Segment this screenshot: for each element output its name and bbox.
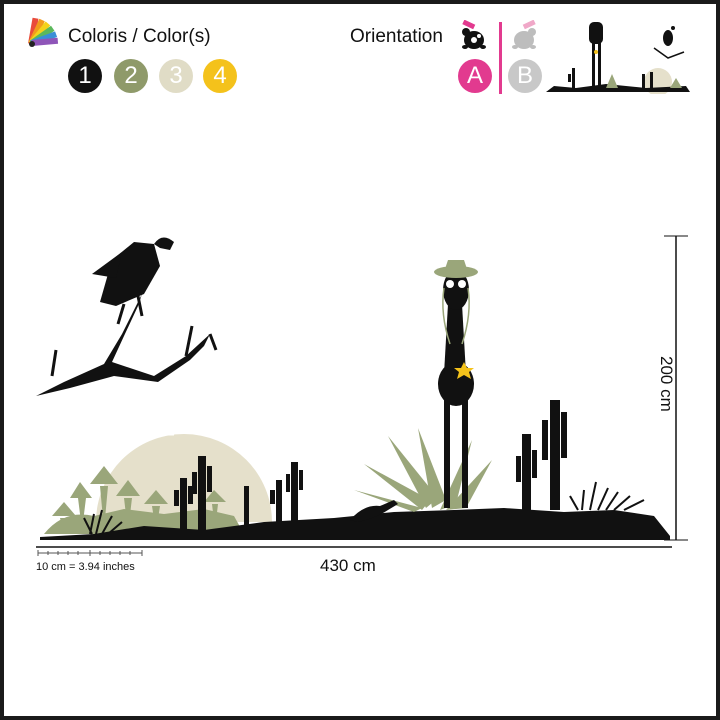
scale-ruler — [37, 550, 143, 556]
cactus-group-right — [516, 400, 567, 510]
giraffe-sheriff — [434, 260, 478, 508]
product-frame: Coloris / Color(s) 1 2 3 4 Orientation A… — [0, 0, 720, 720]
height-label: 200 cm — [657, 356, 676, 412]
wall-decal-scene — [36, 235, 688, 556]
agave-plant — [354, 428, 492, 512]
width-label: 430 cm — [320, 556, 376, 575]
scale-label: 10 cm = 3.94 inches — [36, 561, 135, 573]
vulture-silhouette — [92, 237, 174, 325]
grass-tuft-right — [569, 481, 645, 511]
